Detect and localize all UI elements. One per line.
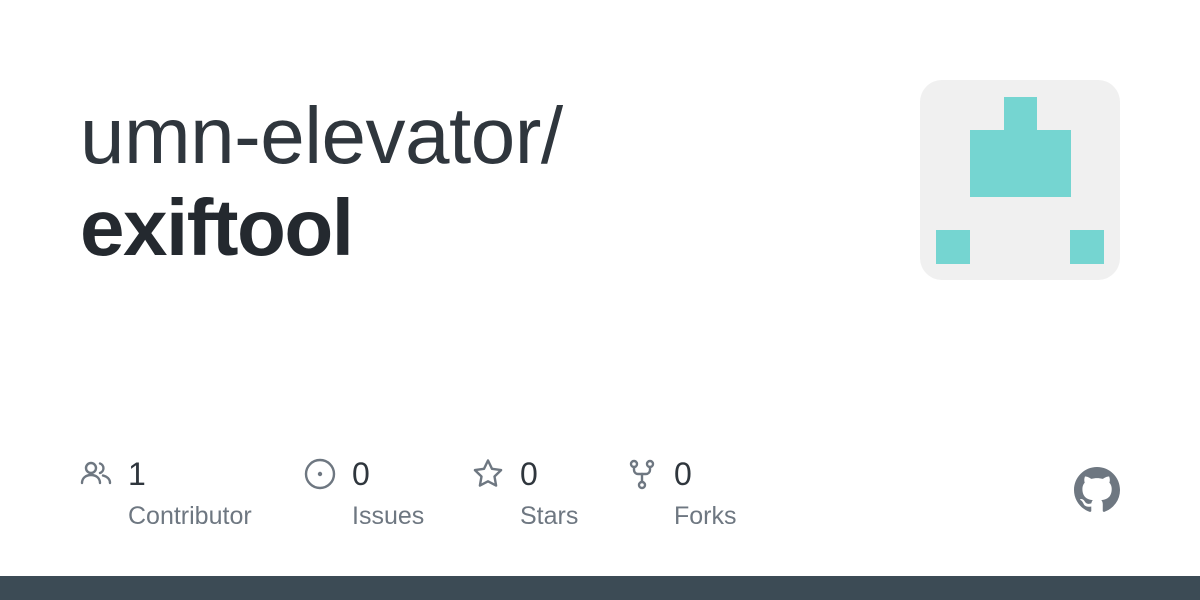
issues-count: 0: [352, 456, 370, 492]
footer-bar: [0, 576, 1200, 600]
repo-name: exiftool: [80, 183, 354, 272]
stars-count: 0: [520, 456, 538, 492]
stars-label: Stars: [520, 502, 579, 530]
avatar-pixel-top: [1004, 97, 1037, 130]
repo-forked-icon: [629, 459, 655, 490]
avatar-pixel-right-foot: [1070, 230, 1104, 264]
issues-label: Issues: [352, 502, 425, 530]
github-logo-icon: [1074, 467, 1120, 512]
owner-avatar: [920, 80, 1120, 280]
contributor-count: 1: [128, 456, 146, 492]
avatar-pixel-left-foot: [936, 230, 970, 264]
forks-label: Forks: [674, 502, 737, 530]
issue-opened-icon: [304, 458, 336, 490]
avatar-pixel-body: [970, 130, 1071, 197]
contributor-label: Contributor: [128, 502, 252, 530]
people-icon: [80, 461, 112, 485]
forks-count: 0: [674, 456, 692, 492]
repo-owner: umn-elevator/: [80, 91, 563, 180]
star-icon: [473, 459, 503, 487]
